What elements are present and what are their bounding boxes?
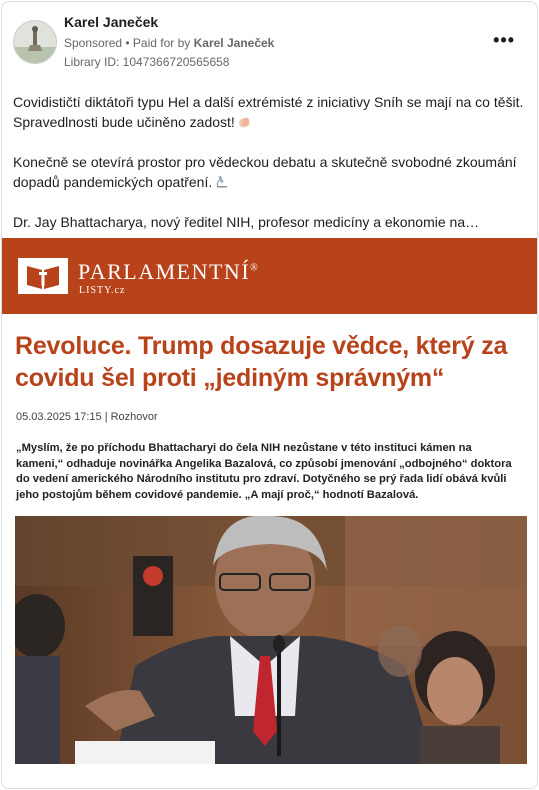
post-paragraph-1: Covidističtí diktátoři typu Hel a další … (13, 94, 524, 130)
ad-post-card: Karel Janeček Sponsored • Paid for by Ka… (1, 1, 538, 789)
article-photo (15, 516, 527, 764)
post-text: Covidističtí diktátoři typu Hel a další … (13, 92, 528, 232)
article-preview[interactable]: Revoluce. Trump dosazuje vědce, který za… (2, 314, 537, 788)
article-meta: 05.03.2025 17:15 | Rozhovor (16, 411, 158, 423)
sponsored-line: Sponsored • Paid for by Karel Janeček (64, 36, 274, 50)
sponsored-label: Sponsored (64, 36, 123, 50)
author-avatar[interactable] (13, 20, 57, 64)
post-paragraph-3[interactable]: Dr. Jay Bhattacharya, nový ředitel NIH, … (13, 212, 528, 232)
paid-for-name[interactable]: Karel Janeček (194, 36, 275, 50)
author-name[interactable]: Karel Janeček (64, 14, 158, 30)
microscope-icon (214, 173, 228, 188)
more-options-icon[interactable]: ••• (493, 30, 515, 51)
clapping-hands-icon (237, 113, 251, 128)
brand-title: PARLAMENTNÍ® (78, 259, 260, 284)
brand-subtitle: LISTY.cz (79, 285, 126, 296)
article-headline[interactable]: Revoluce. Trump dosazuje vědce, který za… (15, 330, 530, 394)
parlamentni-listy-banner[interactable]: PARLAMENTNÍ® LISTY.cz (2, 238, 537, 314)
post-header: Karel Janeček Sponsored • Paid for by Ka… (2, 2, 537, 82)
post-paragraph-2: Konečně se otevírá prostor pro vědeckou … (13, 154, 517, 190)
paid-for-prefix: • Paid for by (122, 36, 194, 50)
article-lead: „Myslím, že po příchodu Bhattacharyi do … (16, 442, 512, 501)
parlamentni-listy-logo-icon (18, 258, 68, 294)
library-id: Library ID: 1047366720565658 (64, 55, 230, 69)
